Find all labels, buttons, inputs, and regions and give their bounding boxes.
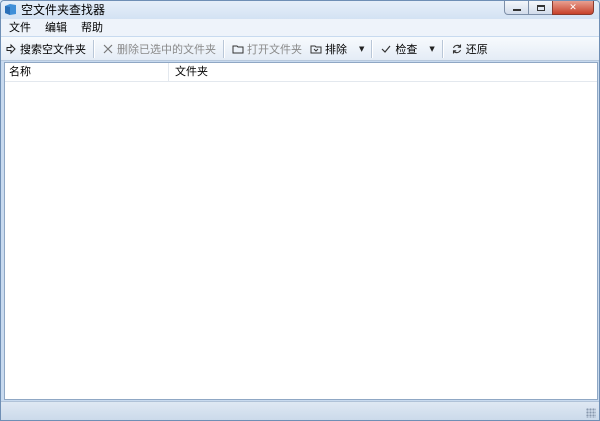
column-header-folder[interactable]: 文件夹 xyxy=(169,63,597,81)
restore-button[interactable]: 还原 xyxy=(447,38,492,60)
resize-grip-icon[interactable] xyxy=(586,408,596,418)
toolbar-separator xyxy=(371,39,374,58)
title-bar[interactable]: 空文件夹查找器 ✕ xyxy=(1,1,599,19)
arrow-right-icon xyxy=(6,43,16,54)
minimize-button[interactable] xyxy=(504,1,529,15)
app-icon xyxy=(5,4,16,15)
maximize-icon xyxy=(536,4,545,11)
chevron-down-icon[interactable]: ▼ xyxy=(429,45,434,53)
check-button[interactable]: 检查 ▼ xyxy=(376,38,438,60)
filter-folder-icon xyxy=(310,45,322,53)
status-bar xyxy=(1,401,599,420)
toolbar-separator xyxy=(441,39,444,58)
exclude-button[interactable]: 排除 ▼ xyxy=(306,38,368,60)
toolbar-separator xyxy=(93,39,95,58)
delete-selected-label: 删除已选中的文件夹 xyxy=(117,42,216,56)
menu-file[interactable]: 文件 xyxy=(1,19,37,36)
close-button[interactable]: ✕ xyxy=(552,1,594,15)
list-header: 名称 文件夹 xyxy=(5,63,597,82)
caption-buttons: ✕ xyxy=(504,1,594,15)
search-empty-folders-button[interactable]: 搜索空文件夹 xyxy=(1,38,90,60)
delete-x-icon xyxy=(103,44,113,53)
app-window: 空文件夹查找器 ✕ 文件 编辑 帮助 搜索空文件夹 删除已选中的文件夹 打开文件… xyxy=(0,0,600,421)
menu-edit[interactable]: 编辑 xyxy=(37,19,73,36)
empty-folder-list[interactable]: 名称 文件夹 xyxy=(4,62,598,400)
window-title: 空文件夹查找器 xyxy=(21,3,106,17)
restore-label: 还原 xyxy=(465,42,488,56)
chevron-down-icon[interactable]: ▼ xyxy=(359,45,364,53)
exclude-label: 排除 xyxy=(325,42,347,56)
delete-selected-button[interactable]: 删除已选中的文件夹 xyxy=(98,38,220,60)
maximize-button[interactable] xyxy=(528,1,553,15)
minimize-icon xyxy=(512,9,521,11)
menu-help[interactable]: 帮助 xyxy=(73,19,109,36)
close-icon: ✕ xyxy=(569,2,577,13)
search-empty-folders-label: 搜索空文件夹 xyxy=(20,42,86,56)
toolbar-separator xyxy=(223,39,225,58)
open-folder-button[interactable]: 打开文件夹 xyxy=(228,38,306,60)
column-header-name[interactable]: 名称 xyxy=(5,63,169,81)
toolbar: 搜索空文件夹 删除已选中的文件夹 打开文件夹 排除 ▼ 检查 ▼ 还原 xyxy=(1,37,599,61)
open-folder-label: 打开文件夹 xyxy=(247,42,302,56)
refresh-icon xyxy=(452,44,461,53)
menu-bar: 文件 编辑 帮助 xyxy=(1,19,599,36)
folder-icon xyxy=(232,45,244,53)
check-label: 检查 xyxy=(395,42,418,56)
checkmark-icon xyxy=(381,45,391,53)
